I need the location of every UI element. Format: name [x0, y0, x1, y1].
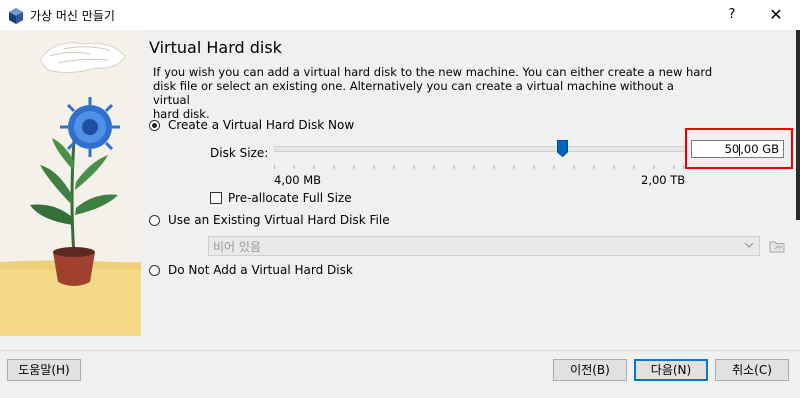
virtualbox-cube-icon [7, 7, 25, 25]
back-button[interactable]: 이전(B) [553, 359, 627, 381]
title-bar [0, 0, 800, 30]
close-button[interactable]: ✕ [764, 4, 788, 26]
create-disk-label[interactable]: Create a Virtual Hard Disk Now [168, 118, 354, 132]
page-description: If you wish you can add a virtual hard d… [153, 65, 713, 121]
disk-size-slider-track[interactable] [274, 146, 686, 152]
description-line: If you wish you can add a virtual hard d… [153, 65, 713, 79]
no-disk-radio[interactable] [149, 265, 160, 276]
existing-disk-placeholder: 비어 있음 [213, 240, 261, 254]
preallocate-checkbox[interactable] [210, 192, 222, 204]
use-existing-radio[interactable] [149, 215, 160, 226]
slider-max-label: 2,00 TB [641, 173, 686, 187]
chevron-down-icon [744, 238, 754, 255]
page-title: Virtual Hard disk [149, 38, 282, 57]
wizard-illustration [0, 30, 141, 336]
cancel-button[interactable]: 취소(C) [715, 359, 789, 381]
help-button[interactable]: ? [722, 4, 742, 26]
create-disk-radio[interactable] [149, 120, 160, 131]
annotation-highlight-box [685, 128, 793, 169]
disk-size-slider-thumb[interactable] [557, 140, 568, 158]
description-line: disk file or select an existing one. Alt… [153, 79, 674, 107]
slider-ticks [274, 158, 684, 169]
help-footer-button[interactable]: 도움말(H) [7, 359, 81, 381]
disk-size-label: Disk Size: [210, 146, 269, 160]
use-existing-label[interactable]: Use an Existing Virtual Hard Disk File [168, 213, 390, 227]
folder-open-icon[interactable] [767, 236, 787, 256]
preallocate-label[interactable]: Pre-allocate Full Size [228, 191, 352, 205]
slider-min-label: 4,00 MB [274, 173, 322, 187]
background-window-edge [796, 30, 800, 220]
no-disk-label[interactable]: Do Not Add a Virtual Hard Disk [168, 263, 353, 277]
existing-disk-dropdown[interactable] [208, 236, 760, 256]
window-title: 가상 머신 만들기 [30, 9, 115, 23]
next-button[interactable]: 다음(N) [634, 359, 708, 381]
